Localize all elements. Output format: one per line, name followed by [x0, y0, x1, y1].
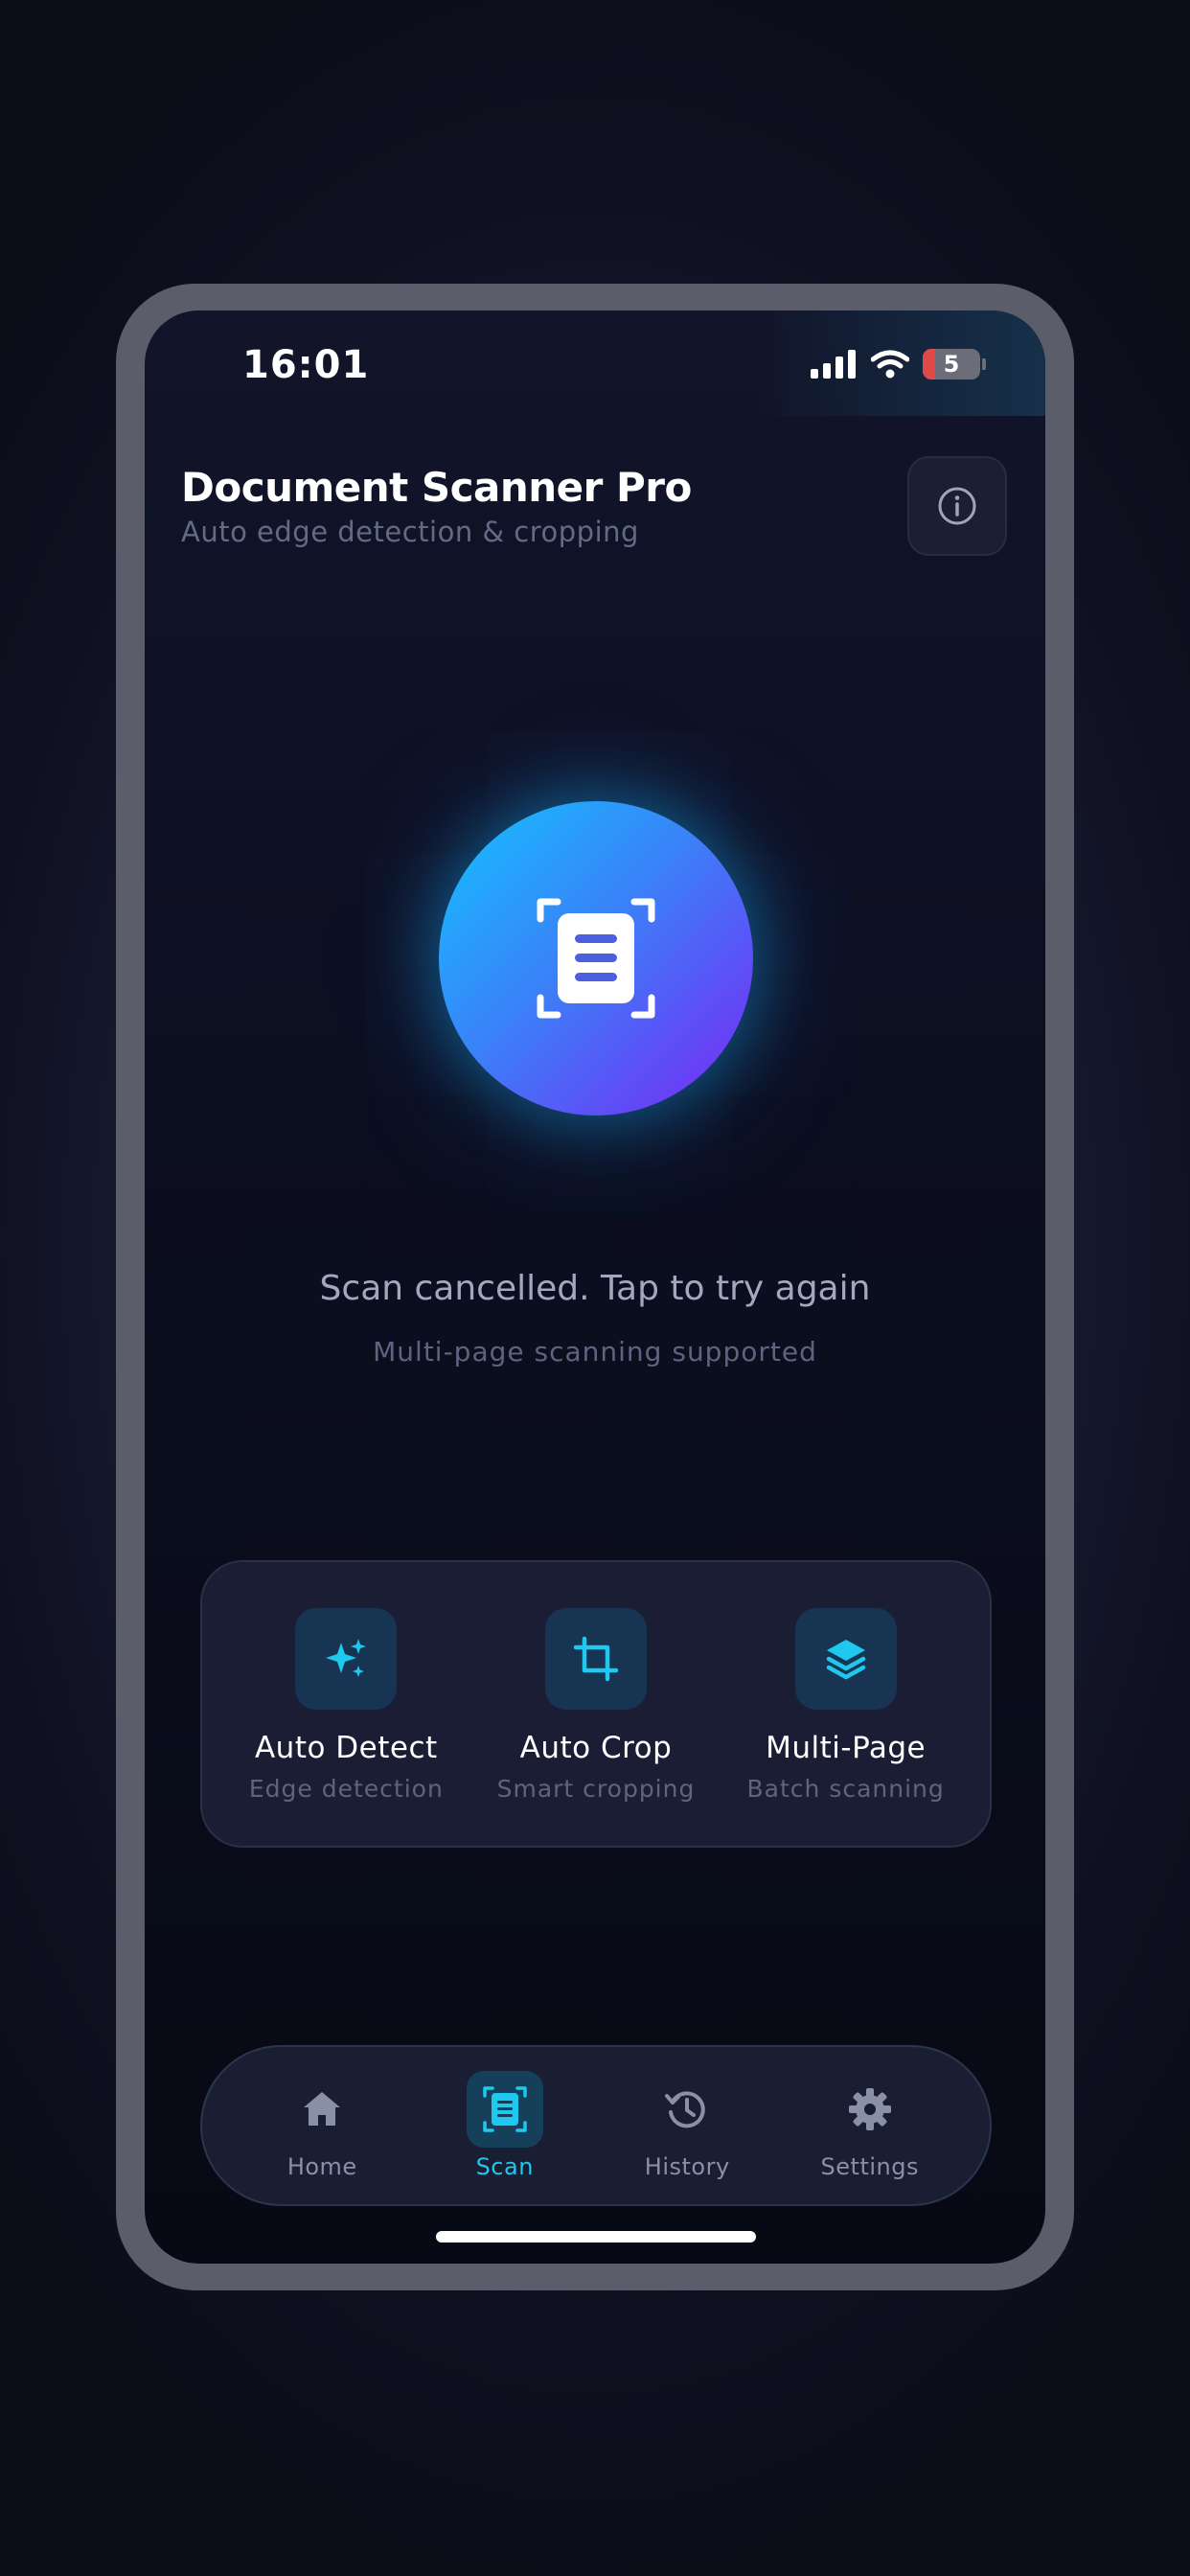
gear-icon — [848, 2088, 891, 2130]
tab-history[interactable]: History — [601, 2071, 773, 2180]
tab-settings[interactable]: Settings — [784, 2071, 956, 2180]
feature-label: Auto Crop — [519, 1731, 673, 1765]
scan-icon — [483, 2086, 527, 2132]
scan-button[interactable] — [439, 801, 753, 1116]
scan-status-text[interactable]: Scan cancelled. Tap to try again — [145, 1269, 1045, 1308]
tab-icon-box — [284, 2071, 360, 2148]
wifi-icon — [871, 350, 909, 379]
tab-icon-box — [466, 2071, 543, 2148]
feature-sub: Batch scanning — [746, 1775, 945, 1803]
scan-hint-text: Multi-page scanning supported — [373, 1336, 817, 1368]
info-icon — [938, 487, 976, 525]
document-scan-icon — [537, 898, 655, 1019]
app-title: Document Scanner Pro — [181, 464, 692, 511]
tab-scan[interactable]: Scan — [419, 2071, 591, 2180]
features-card: Auto Detect Edge detection Auto Crop Sma… — [200, 1560, 992, 1848]
tab-icon-box — [832, 2071, 908, 2148]
sparkles-icon — [326, 1639, 367, 1677]
app-subtitle: Auto edge detection & cropping — [181, 516, 639, 548]
app-screen: 16:01 5 Document Scanner Pro Auto edge d… — [145, 310, 1045, 2264]
home-indicator[interactable] — [436, 2231, 756, 2242]
bottom-tab-bar: Home Scan History Settings — [200, 2045, 992, 2206]
battery-level: 5 — [943, 351, 960, 378]
status-icons: 5 — [810, 349, 986, 380]
feature-sub: Smart cropping — [496, 1775, 696, 1803]
feature-auto-crop: Auto Crop Smart cropping — [476, 1562, 716, 1846]
feature-icon-box — [295, 1608, 398, 1710]
tab-label: Settings — [820, 2153, 919, 2180]
device-frame: 16:01 5 Document Scanner Pro Auto edge d… — [116, 284, 1074, 2290]
feature-auto-detect: Auto Detect Edge detection — [226, 1562, 466, 1846]
crop-icon — [573, 1636, 619, 1682]
battery-nub — [982, 358, 986, 370]
tab-icon-box — [649, 2071, 725, 2148]
tab-label: History — [644, 2153, 730, 2180]
home-icon — [304, 2092, 341, 2126]
tab-home[interactable]: Home — [236, 2071, 408, 2180]
feature-icon-box — [544, 1608, 647, 1710]
battery-indicator: 5 — [923, 349, 980, 380]
feature-icon-box — [794, 1608, 897, 1710]
layers-icon — [826, 1640, 865, 1680]
signal-icon — [811, 350, 856, 379]
history-icon — [665, 2091, 706, 2128]
tab-label: Scan — [475, 2153, 534, 2180]
feature-multi-page: Multi-Page Batch scanning — [726, 1562, 966, 1846]
feature-label: Multi-Page — [766, 1731, 927, 1765]
feature-label: Auto Detect — [254, 1731, 438, 1765]
info-button[interactable] — [907, 456, 1007, 556]
status-time: 16:01 — [242, 343, 370, 387]
feature-sub: Edge detection — [248, 1775, 444, 1803]
tab-label: Home — [286, 2153, 357, 2180]
